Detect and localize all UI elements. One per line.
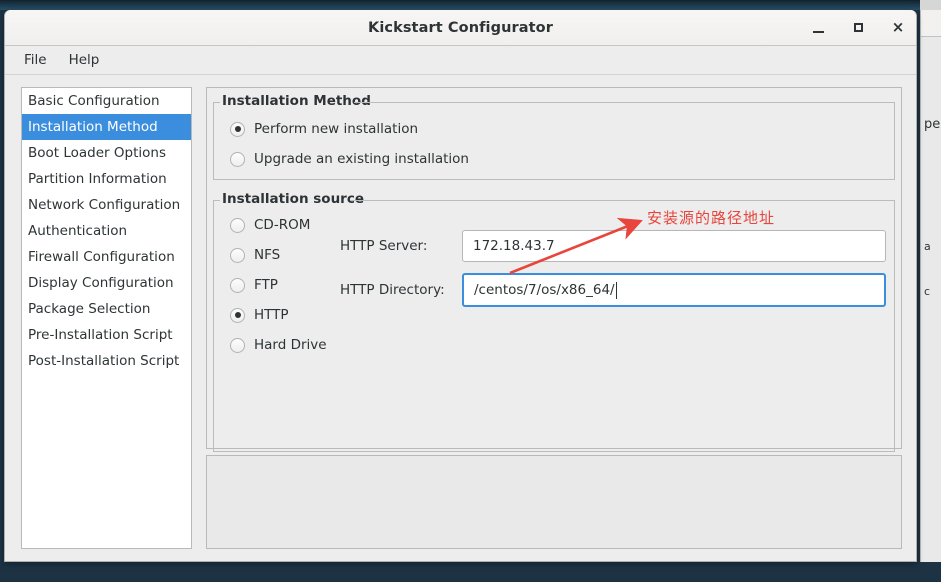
http-directory-label: HTTP Directory: [340, 282, 445, 298]
radio-icon-unchecked [230, 337, 245, 353]
titlebar[interactable]: Kickstart Configurator × [5, 10, 916, 46]
sidebar-item-pre-installation-script[interactable]: Pre-Installation Script [22, 322, 191, 348]
settings-panel: Installation Method Perform new installa… [206, 87, 902, 452]
bottom-panel [206, 455, 902, 549]
http-server-label: HTTP Server: [340, 238, 428, 254]
radio-label-perform-new-installation: Perform new installation [254, 121, 419, 137]
desktop-background-top [0, 0, 941, 10]
radio-label-ftp: FTP [254, 277, 278, 293]
sidebar-list[interactable]: Basic Configuration Installation Method … [21, 87, 192, 549]
sidebar-item-network-configuration[interactable]: Network Configuration [22, 192, 191, 218]
radio-ftp[interactable]: FTP [230, 270, 340, 300]
radio-label-nfs: NFS [254, 247, 281, 263]
radio-http[interactable]: HTTP [230, 300, 340, 330]
background-window-titlebar [921, 10, 941, 37]
menu-item-help[interactable]: Help [60, 49, 109, 71]
text-cursor [615, 281, 617, 299]
installation-method-options: Perform new installation Upgrade an exis… [214, 102, 894, 174]
installation-source-body: CD-ROM NFS FTP HTTP Hard Drive HTTP Serv… [214, 200, 894, 360]
installation-source-fields: HTTP Server: 172.18.43.7 HTTP Directory:… [340, 210, 894, 360]
close-button[interactable]: × [888, 18, 908, 38]
radio-icon-unchecked [230, 217, 245, 233]
sidebar-item-authentication[interactable]: Authentication [22, 218, 191, 244]
window-title: Kickstart Configurator [367, 19, 553, 36]
sidebar-item-boot-loader-options[interactable]: Boot Loader Options [22, 140, 191, 166]
http-directory-row: HTTP Directory: /centos/7/os/x86_64/ [340, 273, 886, 307]
sidebar-item-basic-configuration[interactable]: Basic Configuration [22, 88, 191, 114]
radio-label-upgrade-existing-installation: Upgrade an existing installation [254, 151, 469, 167]
background-window[interactable]: pe a c [920, 10, 941, 562]
radio-icon-unchecked [230, 277, 245, 293]
http-server-value: 172.18.43.7 [473, 238, 555, 254]
radio-nfs[interactable]: NFS [230, 240, 340, 270]
window-controls: × [808, 10, 908, 45]
sidebar-item-package-selection[interactable]: Package Selection [22, 296, 191, 322]
installation-method-group: Installation Method Perform new installa… [213, 93, 895, 180]
radio-label-http: HTTP [254, 307, 289, 323]
close-icon: × [891, 18, 905, 36]
group-border-line [350, 200, 894, 201]
radio-hard-drive[interactable]: Hard Drive [230, 330, 340, 360]
radio-upgrade-existing-installation[interactable]: Upgrade an existing installation [230, 144, 894, 174]
http-directory-input[interactable]: /centos/7/os/x86_64/ [462, 273, 886, 307]
sidebar-item-firewall-configuration[interactable]: Firewall Configuration [22, 244, 191, 270]
radio-icon-unchecked [230, 151, 245, 167]
screen: pe a c Kickstart Configurator × File Hel… [0, 0, 941, 582]
radio-icon-unchecked [230, 247, 245, 263]
kickstart-configurator-window: Kickstart Configurator × File Help Basic… [4, 10, 917, 562]
background-window-text-fragment-2: a [924, 240, 931, 253]
http-directory-value: /centos/7/os/x86_64/ [474, 282, 615, 298]
minimize-icon [812, 30, 824, 33]
installation-method-group-title: Installation Method [220, 93, 375, 109]
minimize-button[interactable] [808, 18, 828, 38]
radio-label-hard-drive: Hard Drive [254, 337, 327, 353]
background-window-text-fragment-1: pe [924, 117, 941, 132]
menu-item-file[interactable]: File [15, 49, 56, 71]
radio-perform-new-installation[interactable]: Perform new installation [230, 114, 894, 144]
menubar: File Help [5, 46, 916, 75]
installation-source-options: CD-ROM NFS FTP HTTP Hard Drive [230, 210, 340, 360]
maximize-icon [853, 23, 863, 32]
http-server-row: HTTP Server: 172.18.43.7 [340, 230, 886, 262]
sidebar-item-post-installation-script[interactable]: Post-Installation Script [22, 348, 191, 374]
sidebar-item-display-configuration[interactable]: Display Configuration [22, 270, 191, 296]
sidebar-item-partition-information[interactable]: Partition Information [22, 166, 191, 192]
radio-icon-checked [230, 307, 245, 323]
annotation-label: 安装源的路径地址 [647, 209, 776, 227]
radio-cdrom[interactable]: CD-ROM [230, 210, 340, 240]
radio-label-cdrom: CD-ROM [254, 217, 311, 233]
maximize-button[interactable] [848, 18, 868, 38]
http-server-input[interactable]: 172.18.43.7 [462, 230, 886, 262]
group-border-line [354, 102, 894, 103]
installation-source-group-title: Installation source [220, 191, 369, 207]
sidebar-item-installation-method[interactable]: Installation Method [22, 114, 191, 140]
window-body: Basic Configuration Installation Method … [5, 75, 916, 561]
content-column: Installation Method Perform new installa… [206, 87, 902, 549]
background-window-text-fragment-3: c [924, 285, 931, 298]
radio-icon-checked [230, 121, 245, 137]
installation-source-group: Installation source CD-ROM NFS FTP HTTP … [213, 191, 895, 452]
